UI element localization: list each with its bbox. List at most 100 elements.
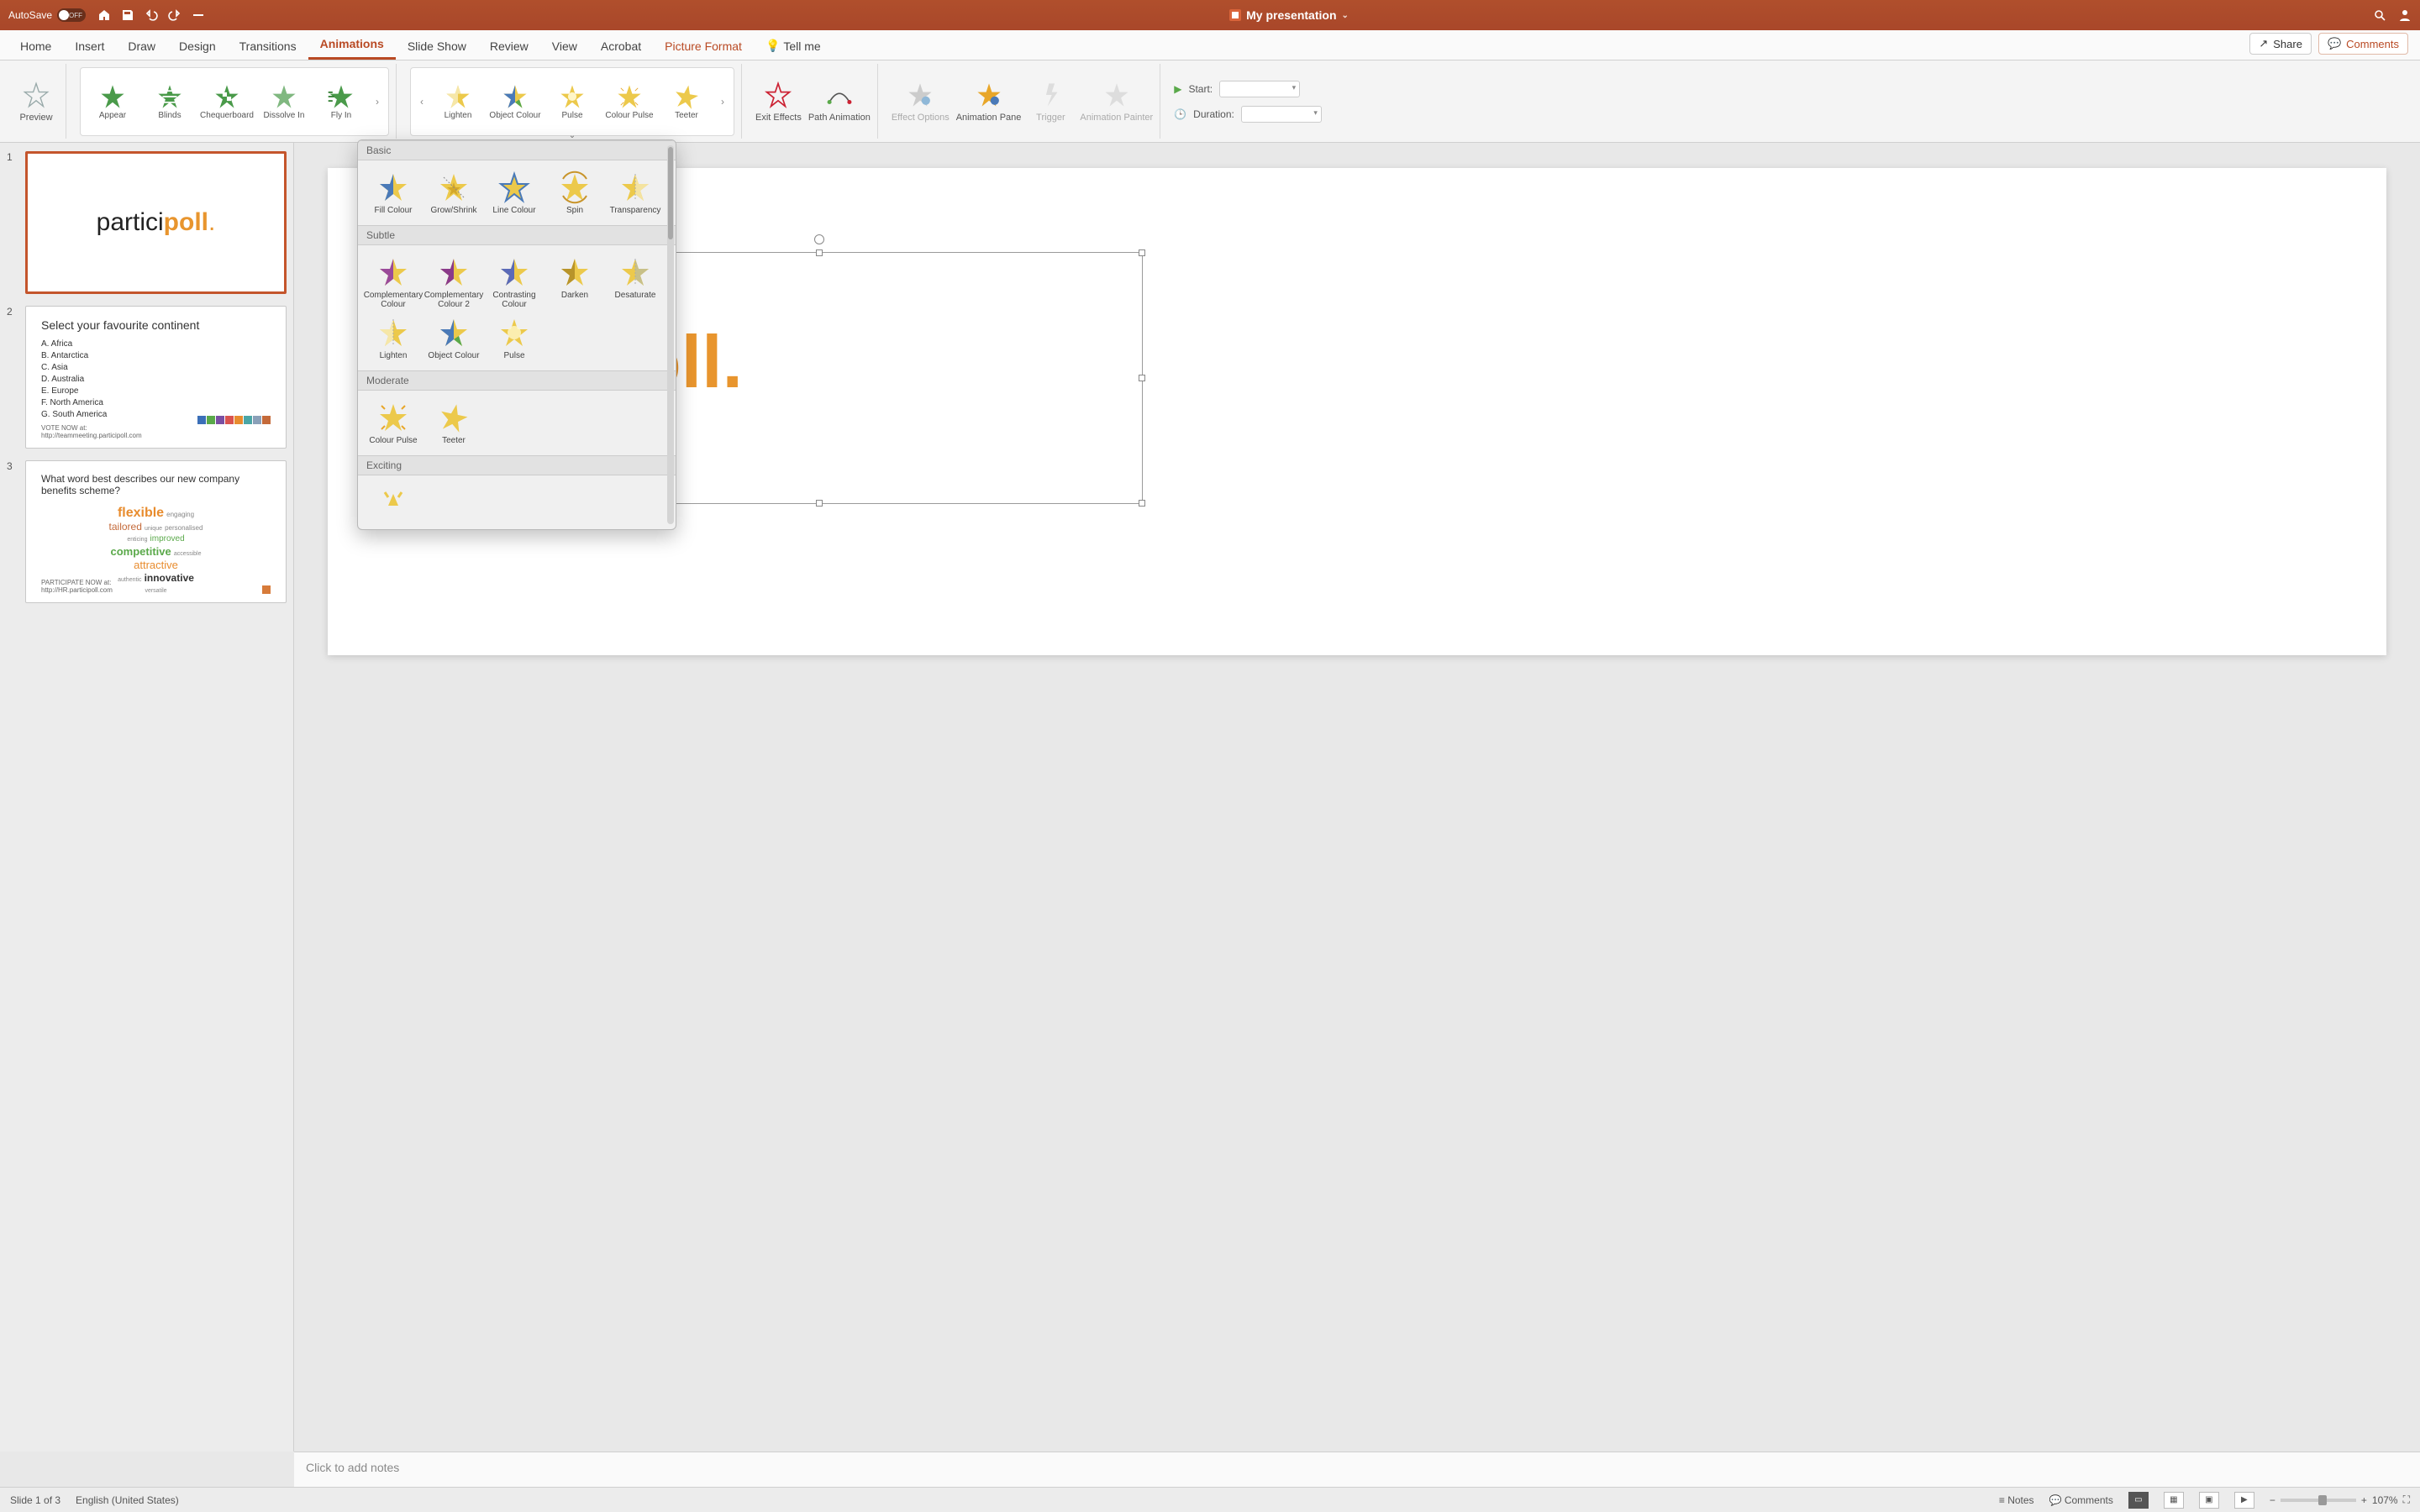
list-item: B. Antarctica bbox=[41, 350, 271, 362]
resize-handle[interactable] bbox=[1139, 375, 1145, 381]
share-button[interactable]: ↗ Share bbox=[2249, 33, 2312, 55]
emphasis-lighten[interactable]: Lighten bbox=[431, 82, 485, 120]
status-comments-button[interactable]: 💬 Comments bbox=[2049, 1494, 2113, 1506]
thumb-number: 3 bbox=[7, 460, 18, 603]
path-animation-button[interactable]: Path Animation bbox=[808, 81, 871, 123]
anim-desaturate[interactable]: Desaturate bbox=[605, 252, 666, 312]
view-sorter[interactable]: ▦ bbox=[2164, 1492, 2184, 1509]
save-icon[interactable] bbox=[121, 8, 134, 22]
entrance-blinds[interactable]: Blinds bbox=[143, 82, 197, 120]
emphasis-pulse[interactable]: Pulse bbox=[545, 82, 599, 120]
anim-darken[interactable]: Darken bbox=[544, 252, 605, 312]
exit-effects-button[interactable]: Exit Effects bbox=[755, 81, 802, 123]
entrance-chequerboard[interactable]: Chequerboard bbox=[200, 82, 254, 120]
resize-handle[interactable] bbox=[816, 249, 823, 256]
start-select[interactable] bbox=[1219, 81, 1300, 97]
status-notes-button[interactable]: ≡ Notes bbox=[1999, 1494, 2034, 1506]
tab-insert[interactable]: Insert bbox=[63, 33, 116, 60]
path-label: Path Animation bbox=[808, 113, 871, 123]
status-language[interactable]: English (United States) bbox=[76, 1494, 179, 1506]
slide-thumbnails: 1 participoll. 2 Select your favourite c… bbox=[0, 143, 294, 1452]
customize-icon[interactable] bbox=[192, 8, 205, 22]
tab-draw[interactable]: Draw bbox=[116, 33, 167, 60]
emphasis-prev[interactable]: ‹ bbox=[416, 96, 428, 108]
emphasis-next[interactable]: › bbox=[717, 96, 729, 108]
anim-pulse[interactable]: Pulse bbox=[484, 312, 544, 364]
duration-select[interactable] bbox=[1241, 106, 1322, 123]
account-icon[interactable] bbox=[2398, 8, 2412, 22]
anim-grow-shrink[interactable]: Grow/Shrink bbox=[424, 167, 484, 218]
anim-complementary-colour-2[interactable]: Complementary Colour 2 bbox=[424, 252, 484, 312]
thumb-slide-1[interactable]: participoll. bbox=[25, 151, 287, 294]
entrance-appear[interactable]: Appear bbox=[86, 82, 139, 120]
thumb-number: 1 bbox=[7, 151, 18, 294]
resize-handle[interactable] bbox=[816, 500, 823, 507]
tab-slideshow[interactable]: Slide Show bbox=[396, 33, 478, 60]
tab-animations[interactable]: Animations bbox=[308, 30, 396, 60]
emphasis-teeter[interactable]: Teeter bbox=[660, 82, 713, 120]
effect-options-label: Effect Options bbox=[892, 113, 950, 123]
view-reading[interactable]: ▣ bbox=[2199, 1492, 2219, 1509]
resize-handle[interactable] bbox=[1139, 249, 1145, 256]
dropdown-section-basic: Basic bbox=[358, 140, 676, 160]
bulb-icon: 💡 bbox=[765, 39, 780, 53]
emphasis-dropdown: Basic Fill Colour Grow/Shrink Line Colou… bbox=[357, 139, 676, 530]
preview-button[interactable]: Preview bbox=[13, 81, 59, 123]
tab-acrobat[interactable]: Acrobat bbox=[589, 33, 653, 60]
anim-colour-pulse[interactable]: Colour Pulse bbox=[363, 397, 424, 449]
view-normal[interactable]: ▭ bbox=[2128, 1492, 2149, 1509]
thumb-slide-2[interactable]: Select your favourite continent A. Afric… bbox=[25, 306, 287, 449]
tab-transitions[interactable]: Transitions bbox=[228, 33, 308, 60]
anim-exciting-item[interactable] bbox=[363, 482, 424, 522]
tell-me-label: Tell me bbox=[783, 39, 820, 53]
entrance-flyin[interactable]: Fly In bbox=[314, 82, 368, 120]
list-item: F. North America bbox=[41, 397, 271, 409]
emphasis-object-colour[interactable]: Object Colour bbox=[488, 82, 542, 120]
zoom-slider[interactable] bbox=[2281, 1499, 2356, 1502]
notes-pane[interactable]: Click to add notes bbox=[294, 1452, 2420, 1487]
tab-home[interactable]: Home bbox=[8, 33, 63, 60]
redo-icon[interactable] bbox=[168, 8, 182, 22]
tab-picture-format[interactable]: Picture Format bbox=[653, 33, 754, 60]
emphasis-colour-pulse[interactable]: Colour Pulse bbox=[602, 82, 656, 120]
resize-handle[interactable] bbox=[1139, 500, 1145, 507]
animation-pane-button[interactable]: Animation Pane bbox=[956, 81, 1022, 123]
entrance-next[interactable]: › bbox=[371, 96, 383, 108]
anim-complementary-colour[interactable]: Complementary Colour bbox=[363, 252, 424, 312]
comments-button[interactable]: 💬 Comments bbox=[2318, 33, 2408, 55]
anim-object-colour[interactable]: Object Colour bbox=[424, 312, 484, 364]
anim-contrasting-colour[interactable]: Contrasting Colour bbox=[484, 252, 544, 312]
fit-to-window[interactable]: ⛶ bbox=[2403, 1494, 2410, 1506]
tab-design[interactable]: Design bbox=[167, 33, 228, 60]
anim-line-colour[interactable]: Line Colour bbox=[484, 167, 544, 218]
effect-options-button: Effect Options bbox=[892, 81, 950, 123]
thumb-slide-3[interactable]: What word best describes our new company… bbox=[25, 460, 287, 603]
tab-review[interactable]: Review bbox=[478, 33, 540, 60]
slide2-foot1: VOTE NOW at: bbox=[41, 424, 142, 432]
anim-fill-colour[interactable]: Fill Colour bbox=[363, 167, 424, 218]
entrance-dissolve[interactable]: Dissolve In bbox=[257, 82, 311, 120]
anim-spin[interactable]: Spin bbox=[544, 167, 605, 218]
tab-view[interactable]: View bbox=[540, 33, 589, 60]
zoom-in[interactable]: + bbox=[2361, 1494, 2367, 1506]
title-chevron-icon[interactable]: ⌄ bbox=[1342, 11, 1349, 20]
zoom-out[interactable]: − bbox=[2270, 1494, 2275, 1506]
autosave-toggle[interactable]: OFF bbox=[57, 8, 86, 22]
emphasis-more[interactable]: ⌄ bbox=[569, 131, 576, 140]
share-label: Share bbox=[2273, 38, 2302, 50]
dropdown-section-subtle: Subtle bbox=[358, 225, 676, 245]
rotate-handle[interactable] bbox=[814, 234, 824, 244]
play-icon: ▶ bbox=[1174, 83, 1181, 95]
search-icon[interactable] bbox=[2373, 8, 2386, 22]
anim-transparency[interactable]: Transparency bbox=[605, 167, 666, 218]
view-slideshow[interactable]: ▶ bbox=[2234, 1492, 2254, 1509]
tell-me[interactable]: 💡 Tell me bbox=[754, 32, 833, 60]
dropdown-scrollbar[interactable] bbox=[667, 145, 674, 524]
animation-pane-label: Animation Pane bbox=[956, 113, 1022, 123]
status-slide: Slide 1 of 3 bbox=[10, 1494, 60, 1506]
title-bar: AutoSave OFF My presentation ⌄ bbox=[0, 0, 2420, 30]
anim-lighten[interactable]: Lighten bbox=[363, 312, 424, 364]
home-icon[interactable] bbox=[97, 8, 111, 22]
anim-teeter[interactable]: Teeter bbox=[424, 397, 484, 449]
undo-icon[interactable] bbox=[145, 8, 158, 22]
